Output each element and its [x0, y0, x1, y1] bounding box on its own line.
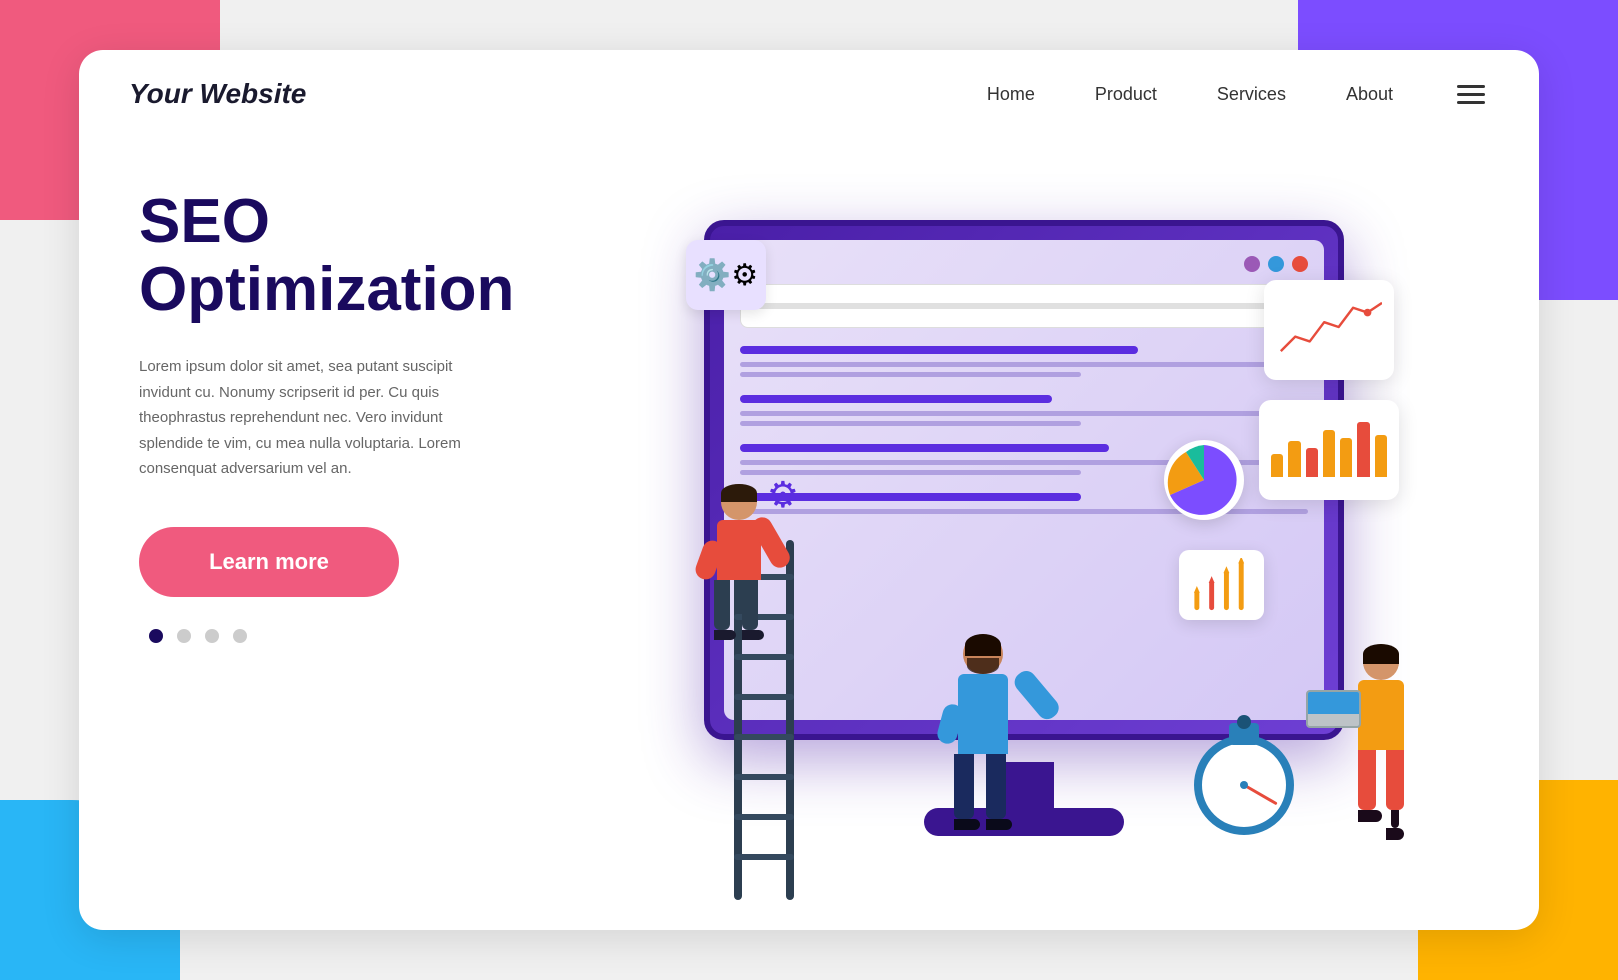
person2-head [963, 634, 1003, 674]
site-logo: Your Website [129, 78, 306, 110]
person3-head [1363, 644, 1399, 680]
bar-1 [1271, 454, 1283, 477]
browser-dot-red [1292, 256, 1308, 272]
person1-body [717, 520, 761, 580]
person3-legs [1358, 750, 1404, 840]
bar-3 [1306, 448, 1318, 477]
result-title-1 [740, 346, 1138, 354]
result-text-1b [740, 372, 1081, 377]
nav-about[interactable]: About [1346, 84, 1393, 105]
person-on-ladder: ⚙ [714, 484, 764, 640]
person1-hair [721, 484, 757, 502]
person2-legs [954, 754, 1012, 830]
person1-head [721, 484, 757, 520]
person1-legs [714, 580, 764, 640]
analytics-card-line-chart [1264, 280, 1394, 380]
person2-hair [965, 634, 1001, 656]
search-result-2 [740, 395, 1308, 426]
bar-7 [1375, 435, 1387, 477]
stopwatch-face [1194, 735, 1294, 835]
laptop-screen [1308, 692, 1359, 714]
pie-chart-card [1164, 440, 1244, 520]
dot-3[interactable] [205, 629, 219, 643]
dot-2[interactable] [177, 629, 191, 643]
stopwatch [1194, 735, 1294, 845]
hamburger-line [1457, 101, 1485, 104]
person3-body [1358, 680, 1404, 750]
left-panel: SEO Optimization Lorem ipsum dolor sit a… [139, 158, 559, 900]
person3-hair [1363, 644, 1399, 664]
stopwatch-button [1237, 715, 1251, 729]
ladder-rung [734, 654, 794, 660]
person-standing [954, 634, 1012, 830]
ladder-rung [734, 774, 794, 780]
laptop [1306, 690, 1361, 728]
bar-chart [1271, 412, 1387, 477]
ladder-rail-right [786, 540, 794, 900]
nav-links: Home Product Services About [987, 81, 1489, 108]
hero-title-line1: SEO [139, 187, 270, 256]
bar-2 [1288, 441, 1300, 477]
person2-leg-left [954, 754, 980, 830]
person1-leg-right [742, 580, 764, 640]
hamburger-line [1457, 93, 1485, 96]
stopwatch-center [1240, 781, 1248, 789]
stopwatch-hand [1243, 784, 1277, 806]
result-title-2 [740, 395, 1052, 403]
pie-chart-svg [1164, 440, 1244, 520]
main-card: Your Website Home Product Services About… [79, 50, 1539, 930]
person1-leg-left [714, 580, 736, 640]
bar-4 [1323, 430, 1335, 477]
bar-6 [1357, 422, 1369, 477]
ladder-rung [734, 854, 794, 860]
bar-5 [1340, 438, 1352, 477]
gear-held-icon: ⚙ [767, 474, 799, 516]
line-chart-svg [1276, 292, 1382, 362]
result-text-2a [740, 411, 1308, 416]
person2-leg-right [986, 754, 1012, 830]
learn-more-button[interactable]: Learn more [139, 527, 399, 597]
person3-leg-left [1358, 750, 1382, 840]
monitor-searchbar: 🔍 [740, 284, 1308, 328]
person-with-laptop [1358, 644, 1404, 840]
person1-arm-side [693, 538, 725, 582]
browser-dot-purple [1244, 256, 1260, 272]
result-text-1a [740, 362, 1308, 367]
result-text-2b [740, 421, 1081, 426]
hamburger-line [1457, 85, 1485, 88]
nav-product[interactable]: Product [1095, 84, 1157, 105]
analytics-card-bar-chart [1259, 400, 1399, 500]
nav-home[interactable]: Home [987, 84, 1035, 105]
ladder-rung [734, 814, 794, 820]
ladder-rung [734, 734, 794, 740]
person3-leg-right [1386, 750, 1404, 840]
nav-services[interactable]: Services [1217, 84, 1286, 105]
hero-description: Lorem ipsum dolor sit amet, sea putant s… [139, 354, 499, 482]
person2-body [958, 674, 1008, 754]
result-title-3 [740, 444, 1109, 452]
gear-bubble: ⚙️⚙ [686, 240, 766, 310]
dot-1[interactable] [149, 629, 163, 643]
monitor-illustration: 🔍 [664, 220, 1384, 900]
navbar: Your Website Home Product Services About [79, 50, 1539, 138]
pagination-dots [149, 629, 559, 643]
arrow-chart-card [1179, 550, 1264, 620]
gear-icon: ⚙️⚙ [694, 258, 758, 293]
arrow-chart-svg [1187, 558, 1256, 613]
dot-4[interactable] [233, 629, 247, 643]
search-bar-line [755, 303, 1271, 309]
hero-title: SEO Optimization [139, 188, 559, 324]
person2-beard [967, 658, 999, 674]
ladder-rung [734, 694, 794, 700]
monitor-body: 🔍 [704, 220, 1344, 740]
browser-dot-blue [1268, 256, 1284, 272]
hamburger-menu[interactable] [1453, 81, 1489, 108]
browser-dots [740, 256, 1308, 272]
right-panel: 🔍 [559, 158, 1489, 900]
hero-title-line2: Optimization [139, 255, 514, 324]
search-result-1 [740, 346, 1308, 377]
content-area: SEO Optimization Lorem ipsum dolor sit a… [79, 138, 1539, 930]
